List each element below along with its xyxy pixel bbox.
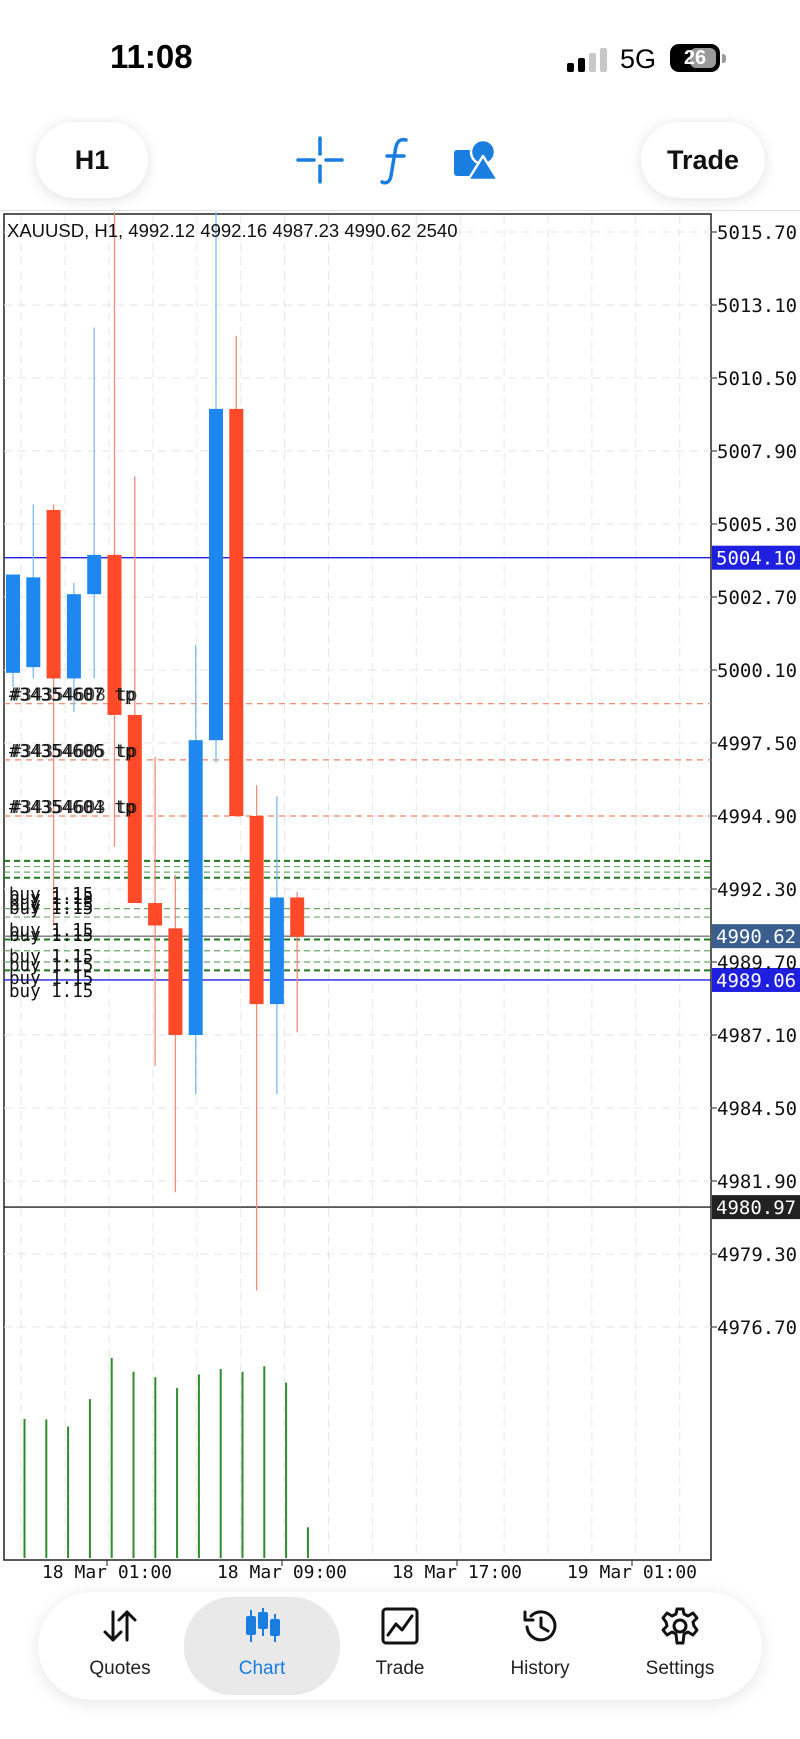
time-tick-label: 18 Mar 01:00 xyxy=(42,1562,172,1583)
buy-order-label: buy 1.15 xyxy=(9,899,93,919)
nav-settings[interactable]: Settings xyxy=(610,1592,750,1700)
price-tick-label: 4979.30 xyxy=(717,1244,797,1266)
trade-button[interactable]: Trade xyxy=(641,122,765,198)
nav-trade[interactable]: Trade xyxy=(330,1592,470,1700)
price-tick-label: 4976.70 xyxy=(717,1317,797,1339)
history-clock-icon xyxy=(523,1610,557,1642)
battery-icon: 26 xyxy=(670,44,720,72)
cellular-signal-icon xyxy=(567,48,609,72)
candle-body xyxy=(229,408,244,816)
quotes-arrows-icon xyxy=(103,1610,137,1642)
candle-body xyxy=(87,554,102,595)
price-tick-label: 4992.30 xyxy=(717,879,797,901)
network-type: 5G xyxy=(620,44,657,74)
price-label: 5004.10 xyxy=(716,548,796,570)
crosshair-icon[interactable] xyxy=(292,132,348,188)
price-tick-label: 4987.10 xyxy=(717,1025,797,1047)
price-label: 4990.62 xyxy=(716,926,796,948)
time-axis: 18 Mar 01:00 18 Mar 09:00 18 Mar 17:00 19 M… xyxy=(42,1560,697,1583)
price-tick-label: 5007.90 xyxy=(717,441,797,463)
price-tick-label: 4994.90 xyxy=(717,806,797,828)
nav-chart-label: Chart xyxy=(238,1658,286,1679)
price-tick-label: 5015.70 xyxy=(717,222,797,244)
candle-body xyxy=(66,594,81,679)
status-bar: 11:08 5G 26 xyxy=(0,0,800,110)
price-tick-label: 5010.50 xyxy=(717,368,797,390)
price-tick-label: 4984.50 xyxy=(717,1098,797,1120)
tp-label-overlay: #34354608 tp xyxy=(11,686,137,706)
chart-toolbar: H1 Trade xyxy=(0,110,800,211)
nav-settings-label: Settings xyxy=(645,1658,715,1679)
candle-body xyxy=(26,577,41,668)
candle-body xyxy=(209,408,223,741)
candle-body xyxy=(269,897,284,1005)
price-tick-label: 4997.50 xyxy=(717,733,797,755)
time-tick-label: 19 Mar 01:00 xyxy=(567,1562,697,1583)
price-axis: 5015.70 5013.10 5010.50 5007.90 5005.30 5002.… xyxy=(711,222,797,1339)
battery-cap xyxy=(722,54,726,63)
nav-quotes-label: Quotes xyxy=(89,1658,151,1679)
bottom-navigation: Quotes Chart Trade History Settings xyxy=(38,1592,762,1700)
price-label: 4980.97 xyxy=(716,1197,796,1219)
candle-body xyxy=(188,740,203,1035)
time-tick-label: 18 Mar 09:00 xyxy=(217,1562,347,1583)
battery-level: 26 xyxy=(683,47,707,69)
objects-icon[interactable] xyxy=(450,132,506,188)
price-tick-label: 5013.10 xyxy=(717,295,797,317)
chart-frame xyxy=(3,213,712,1561)
nav-history-label: History xyxy=(510,1658,570,1679)
gear-icon xyxy=(661,1607,699,1645)
price-tick-label: 4989.70 xyxy=(717,952,797,974)
chart-header: XAUUSD, H1, 4992.12 4992.16 4987.23 4990… xyxy=(7,220,458,241)
candle-body xyxy=(46,509,61,679)
indicator-f-icon[interactable] xyxy=(370,132,426,188)
nav-chart[interactable]: Chart xyxy=(184,1597,340,1695)
trade-chart-icon xyxy=(381,1607,419,1645)
tp-label-overlay: #34354603 tp xyxy=(11,798,137,818)
price-tick-label: 5002.70 xyxy=(717,587,797,609)
candles-icon xyxy=(246,1608,280,1642)
price-tick-label: 5005.30 xyxy=(717,514,797,536)
timeframe-button[interactable]: H1 xyxy=(36,122,148,198)
time-tick-label: 18 Mar 17:00 xyxy=(392,1562,522,1583)
tp-label-overlay: #34354605 tp xyxy=(11,742,137,762)
status-time: 11:08 xyxy=(110,38,193,75)
buy-order-label: buy 1.15 xyxy=(9,982,93,1002)
price-chart[interactable]: #34354607 tp#34354608 tp#34354606 tp#343… xyxy=(0,212,800,1592)
nav-history[interactable]: History xyxy=(470,1592,610,1700)
candle-body xyxy=(249,816,264,1005)
candle-body xyxy=(168,928,183,1035)
candle-body xyxy=(6,574,20,673)
candle-body xyxy=(290,897,305,937)
buy-order-label: buy 1.15 xyxy=(9,926,93,946)
candle-body xyxy=(148,903,163,926)
price-tick-label: 4981.90 xyxy=(717,1171,797,1193)
price-tick-label: 5000.10 xyxy=(717,660,797,682)
nav-quotes[interactable]: Quotes xyxy=(50,1592,190,1700)
nav-trade-label: Trade xyxy=(375,1658,425,1679)
